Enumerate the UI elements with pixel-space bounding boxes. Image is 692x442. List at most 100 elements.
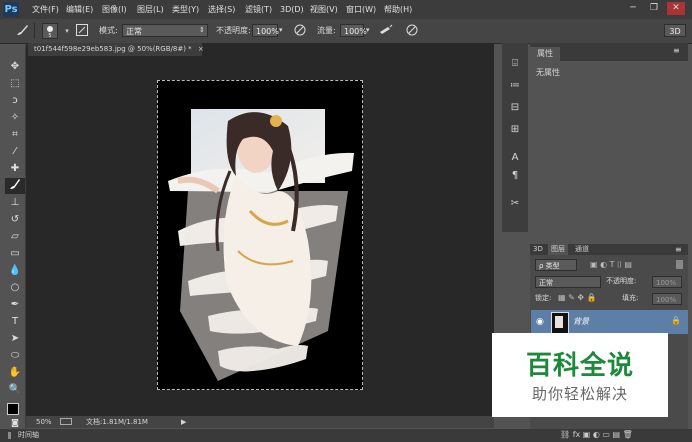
properties-tab[interactable]: 属性 [530, 47, 560, 61]
gradient-tool-icon[interactable]: ▭ [5, 246, 25, 262]
menu-bar: Ps 文件(F) 编辑(E) 图像(I) 图层(L) 类型(Y) 选择(S) 滤… [0, 0, 692, 19]
layer-name[interactable]: 背景 [573, 316, 589, 327]
menu-type[interactable]: 类型(Y) [172, 3, 199, 16]
brush-presets-panel-icon[interactable]: ⊟ [507, 101, 523, 115]
lock-label: 锁定: [535, 294, 552, 302]
layer-opacity-label: 不透明度: [606, 277, 637, 285]
character-panel-icon[interactable]: A [507, 151, 523, 165]
layer-row[interactable]: ◉ 背景 🔒 [531, 310, 688, 334]
lock-icon: 🔒 [671, 316, 681, 325]
separator [34, 23, 35, 39]
tool-presets-panel-icon[interactable]: ✂ [507, 197, 523, 211]
panel-menu-icon[interactable]: ≡ [673, 46, 680, 55]
filter-icons[interactable]: ▣ ◐ T ⌷ ▤ [590, 260, 632, 270]
pen-tool-icon[interactable]: ✒ [5, 297, 25, 313]
move-tool-icon[interactable]: ✥ [5, 59, 25, 75]
history-brush-tool-icon[interactable]: ↺ [5, 212, 25, 228]
mode-select[interactable]: 正常 [122, 24, 208, 37]
brush-preset-icon[interactable]: 5 [42, 23, 58, 39]
options-bar: 5 ▾ 模式: 正常 ⇕ 不透明度: 100% ▾ 流量: 100% ▾ 3D [0, 19, 692, 44]
menu-help[interactable]: 帮助(H) [384, 3, 412, 16]
opacity-field[interactable]: 100% [252, 24, 279, 37]
chevron-down-icon[interactable]: ▾ [279, 24, 283, 37]
brush-tool-icon[interactable] [5, 178, 25, 194]
tab-3d[interactable]: 3D [530, 244, 546, 255]
tab-layers[interactable]: 图层 [548, 244, 568, 255]
tools-panel: ✥ ⬚ ↄ ✧ ⌗ ⁄ ✚ ⊥ ↺ ▱ ▭ 💧 ○ ✒ T ➤ ⬭ ✋ 🔍 ◙ [5, 45, 26, 430]
menu-window[interactable]: 窗口(W) [346, 3, 376, 16]
pressure-size-icon[interactable] [404, 23, 420, 39]
menu-file[interactable]: 文件(F) [32, 3, 59, 16]
flow-label: 流量: [317, 26, 336, 35]
document-tab[interactable]: t01f544f598e29eb583.jpg @ 50%(RGB/8#) * … [28, 43, 204, 56]
grip-icon [8, 432, 11, 439]
watermark-overlay: 百科全说 助你轻松解决 [492, 333, 668, 417]
opacity-label: 不透明度: [216, 26, 251, 35]
pressure-opacity-icon[interactable] [292, 23, 308, 39]
layer-filter-select[interactable]: ρ 类型 [535, 259, 577, 271]
filter-toggle[interactable] [676, 260, 683, 269]
status-menu-arrow-icon[interactable]: ▶ [181, 416, 186, 428]
visibility-eye-icon[interactable]: ◉ [536, 317, 544, 327]
menu-filter[interactable]: 滤镜(T) [245, 3, 272, 16]
hand-tool-icon[interactable]: ✋ [5, 365, 25, 381]
brush-panel-icon[interactable] [74, 23, 90, 39]
blend-mode-select[interactable]: 正常 [535, 276, 601, 288]
menu-layer[interactable]: 图层(L) [137, 3, 164, 16]
svg-text:5: 5 [48, 33, 51, 38]
chevron-down-icon: ⇕ [199, 26, 205, 34]
menu-3d[interactable]: 3D(D) [280, 3, 304, 16]
clone-stamp-tool-icon[interactable]: ⊥ [5, 195, 25, 211]
lasso-tool-icon[interactable]: ↄ [5, 93, 25, 109]
tab-channels[interactable]: 通道 [572, 244, 592, 255]
image-canvas[interactable] [157, 80, 363, 390]
brush-tool-icon[interactable] [14, 23, 30, 39]
menu-view[interactable]: 视图(V) [310, 3, 338, 16]
actions-panel-icon[interactable]: ≔ [507, 79, 523, 93]
canvas-artwork [168, 109, 354, 381]
marquee-tool-icon[interactable]: ⬚ [5, 76, 25, 92]
dodge-tool-icon[interactable]: ○ [5, 280, 25, 296]
close-tab-icon[interactable]: × [198, 45, 204, 53]
workspace-3d-button[interactable]: 3D [664, 24, 686, 37]
menu-image[interactable]: 图像(I) [102, 3, 127, 16]
clone-source-panel-icon[interactable]: ⊞ [507, 123, 523, 137]
mode-label: 模式: [99, 26, 118, 35]
properties-header: 属性 ≡ [530, 43, 688, 61]
foreground-color-swatch[interactable] [7, 403, 19, 415]
airbrush-icon[interactable] [378, 23, 394, 39]
history-panel-icon[interactable]: ⌹ [507, 57, 523, 71]
zoom-tool-icon[interactable]: 🔍 [5, 382, 25, 398]
layer-thumbnail [551, 312, 569, 334]
lock-icons[interactable]: ▦ ✎ ✥ 🔒 [558, 293, 597, 302]
panel-menu-icon[interactable]: ≡ [675, 244, 682, 255]
layer-actions-icons[interactable]: ⛓ fx ▣ ◐ ▭ ▤ 🗑 [560, 430, 633, 439]
eyedropper-tool-icon[interactable]: ⁄ [5, 144, 25, 160]
menu-edit[interactable]: 编辑(E) [66, 3, 93, 16]
crop-tool-icon[interactable]: ⌗ [5, 127, 25, 143]
fill-field[interactable]: 100% [652, 293, 682, 305]
zoom-level[interactable]: 50% [36, 416, 52, 428]
minimize-button[interactable]: ─ [624, 2, 642, 15]
document-tab-title: t01f544f598e29eb583.jpg @ 50%(RGB/8#) * [34, 45, 192, 53]
flow-field[interactable]: 100% [340, 24, 367, 37]
fill-label: 填充: [622, 294, 639, 302]
watermark-title: 百科全说 [525, 351, 634, 381]
magic-wand-tool-icon[interactable]: ✧ [5, 110, 25, 126]
healing-brush-tool-icon[interactable]: ✚ [5, 161, 25, 177]
chevron-down-icon[interactable]: ▾ [366, 24, 370, 37]
eraser-tool-icon[interactable]: ▱ [5, 229, 25, 245]
paragraph-panel-icon[interactable]: ¶ [507, 169, 523, 183]
timeline-tab[interactable]: 时间轴 [18, 429, 39, 442]
properties-panel: 无属性 [530, 61, 688, 244]
close-window-button[interactable]: ✕ [667, 2, 685, 15]
blur-tool-icon[interactable]: 💧 [5, 263, 25, 279]
type-tool-icon[interactable]: T [5, 314, 25, 330]
layer-opacity-field[interactable]: 100% [652, 276, 682, 288]
menu-select[interactable]: 选择(S) [208, 3, 235, 16]
status-info-icon[interactable] [60, 418, 72, 425]
restore-button[interactable]: ❐ [645, 2, 663, 15]
shape-tool-icon[interactable]: ⬭ [5, 348, 25, 364]
path-selection-tool-icon[interactable]: ➤ [5, 331, 25, 347]
chevron-down-icon[interactable]: ▾ [59, 23, 75, 39]
